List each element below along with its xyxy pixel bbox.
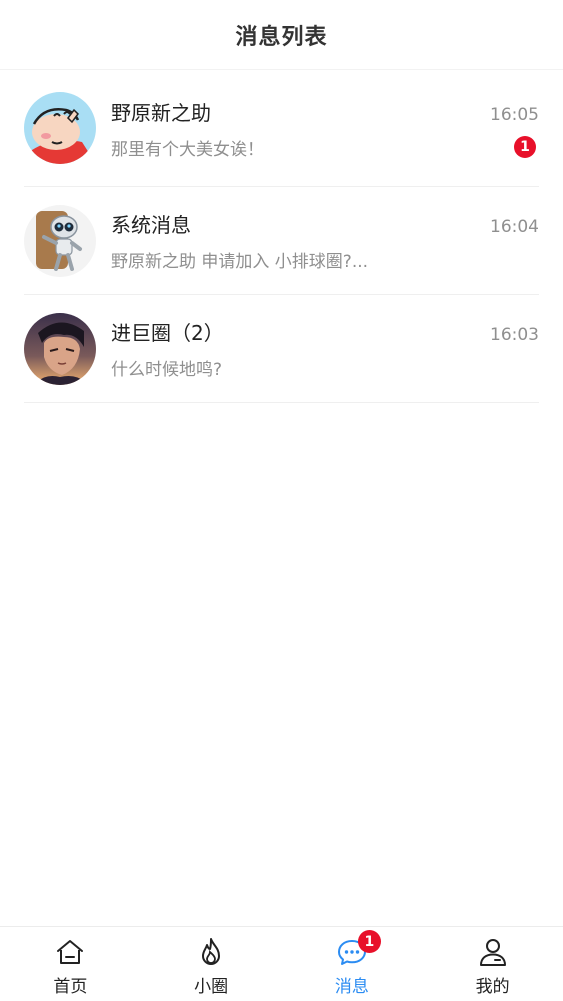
person-icon (479, 939, 506, 966)
conversation-name: 系统消息 (111, 213, 191, 237)
conversation-preview: 那里有个大美女诶！ (111, 139, 264, 160)
tab-label: 首页 (53, 977, 88, 997)
conversation-top-row: 野原新之助 16:05 (111, 97, 539, 126)
conversation-item[interactable]: 进巨圈（2） 16:03 什么时候地鸣? (24, 295, 539, 403)
conversation-list: 野原新之助 16:05 那里有个大美女诶！ 1 系统消息 16:04 野原新之助… (0, 70, 563, 403)
page-header: 消息列表 (0, 0, 563, 70)
tab-label: 消息 (334, 977, 369, 997)
conversation-bottom-row: 野原新之助 申请加入 小排球圈?... (111, 247, 539, 272)
tab-badge: 1 (357, 930, 381, 953)
tab-label: 小圈 (194, 977, 229, 997)
conversation-body: 野原新之助 16:05 那里有个大美女诶！ 1 (111, 97, 539, 160)
conversation-time: 16:03 (490, 325, 539, 345)
conversation-name: 进巨圈（2） (111, 321, 224, 345)
tab-home[interactable]: 首页 (0, 927, 141, 1001)
robot-avatar (24, 204, 96, 277)
conversation-body: 系统消息 16:04 野原新之助 申请加入 小排球圈?... (111, 209, 539, 272)
conversation-preview: 野原新之助 申请加入 小排球圈?... (111, 252, 369, 272)
flame-icon (202, 938, 221, 965)
tab-profile[interactable]: 我的 (422, 927, 563, 1001)
conversation-top-row: 系统消息 16:04 (111, 209, 539, 238)
app: 消息列表 野原新之助 16:05 那里有个大美女诶！ 1 系统消息 16:04 … (0, 0, 563, 1001)
conversation-item[interactable]: 野原新之助 16:05 那里有个大美女诶！ 1 (24, 70, 539, 187)
conversation-item[interactable]: 系统消息 16:04 野原新之助 申请加入 小排球圈?... (24, 187, 539, 295)
tab-label: 我的 (475, 977, 510, 997)
conversation-name: 野原新之助 (111, 100, 211, 125)
conversation-time: 16:04 (490, 217, 539, 237)
conversation-bottom-row: 那里有个大美女诶！ 1 (111, 135, 539, 160)
conversation-time: 16:05 (490, 104, 539, 125)
conversation-body: 进巨圈（2） 16:03 什么时候地鸣? (111, 317, 539, 380)
tab-circle[interactable]: 小圈 (141, 927, 282, 1001)
bottom-tab-bar: 首页 小圈 1 消息 我的 (0, 926, 563, 1001)
cartoon-boy-avatar (24, 92, 96, 164)
page-title: 消息列表 (235, 24, 328, 50)
conversation-top-row: 进巨圈（2） 16:03 (111, 317, 539, 346)
anime-character-avatar (24, 312, 96, 385)
conversation-preview: 什么时候地鸣? (111, 360, 223, 380)
tab-messages[interactable]: 1 消息 (282, 927, 423, 1001)
home-icon (57, 940, 84, 964)
unread-badge: 1 (514, 136, 536, 158)
conversation-bottom-row: 什么时候地鸣? (111, 355, 539, 380)
